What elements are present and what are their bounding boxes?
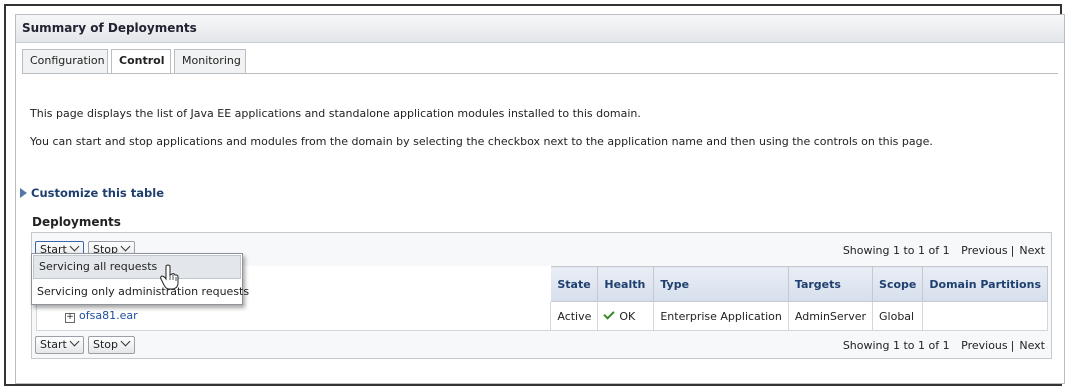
name-cell: + ofsa81.ear <box>35 301 552 331</box>
column-header-scope[interactable]: Scope <box>872 266 924 302</box>
expand-icon[interactable]: + <box>65 313 75 323</box>
column-header-domain-partitions[interactable]: Domain Partitions <box>922 266 1048 302</box>
tab-configuration[interactable]: Configuration <box>22 49 108 73</box>
partitions-cell <box>922 301 1048 331</box>
chevron-down-icon <box>69 336 80 347</box>
checkmark-icon <box>603 307 616 320</box>
menu-item-servicing-all-requests[interactable]: Servicing all requests <box>33 255 241 279</box>
app-name-link[interactable]: ofsa81.ear <box>79 309 138 322</box>
chevron-down-icon <box>69 241 80 252</box>
window-frame: Summary of Deployments Configuration Con… <box>4 4 1065 386</box>
intro-text-1: This page displays the list of Java EE a… <box>30 107 641 120</box>
customize-table-label: Customize this table <box>31 186 164 200</box>
chevron-down-icon <box>120 336 131 347</box>
column-header-health[interactable]: Health <box>597 266 655 302</box>
next-link[interactable]: Next <box>1019 339 1045 352</box>
deployments-heading: Deployments <box>32 215 121 229</box>
previous-link[interactable]: Previous <box>961 339 1008 352</box>
menu-item-servicing-admin-requests[interactable]: Servicing only administration requests <box>32 280 249 304</box>
health-value: OK <box>619 309 636 323</box>
start-dropdown-menu: Servicing all requests Servicing only ad… <box>31 253 249 305</box>
page-title: Summary of Deployments <box>16 15 1064 43</box>
type-cell: Enterprise Application <box>653 301 789 331</box>
summary-panel: Summary of Deployments Configuration Con… <box>15 14 1065 384</box>
paging-separator: | <box>1010 339 1015 352</box>
expand-triangle-icon <box>20 188 27 198</box>
column-header-state[interactable]: State <box>550 266 599 302</box>
start-button-bottom[interactable]: Start <box>35 336 84 354</box>
intro-text-2: You can start and stop applications and … <box>30 135 933 148</box>
pagination-bottom: Showing 1 to 1 of 1 Previous | Next <box>843 339 1045 352</box>
previous-link[interactable]: Previous <box>961 244 1008 257</box>
chevron-down-icon <box>120 241 131 252</box>
paging-separator: | <box>1010 244 1015 257</box>
next-link[interactable]: Next <box>1019 244 1045 257</box>
customize-table-link[interactable]: Customize this table <box>20 186 164 200</box>
hand-cursor-icon <box>160 264 179 290</box>
scope-cell: Global <box>872 301 924 331</box>
column-header-targets[interactable]: Targets <box>787 266 874 302</box>
paging-summary: Showing 1 to 1 of 1 <box>842 339 950 352</box>
tab-control[interactable]: Control <box>111 49 171 74</box>
health-cell: OK <box>597 301 655 331</box>
start-button-label: Start <box>40 338 67 351</box>
paging-summary: Showing 1 to 1 of 1 <box>842 244 950 257</box>
state-cell: Active <box>550 301 599 331</box>
table-row: + ofsa81.ear Active OK Enterprise Applica… <box>35 301 1048 331</box>
stop-button-label: Stop <box>93 338 119 351</box>
stop-button-bottom[interactable]: Stop <box>88 336 135 354</box>
targets-cell: AdminServer <box>787 301 874 331</box>
column-header-type[interactable]: Type <box>653 266 789 302</box>
tab-monitoring[interactable]: Monitoring <box>174 49 246 73</box>
pagination-top: Showing 1 to 1 of 1 Previous | Next <box>843 244 1045 257</box>
tab-underline <box>22 73 1058 74</box>
